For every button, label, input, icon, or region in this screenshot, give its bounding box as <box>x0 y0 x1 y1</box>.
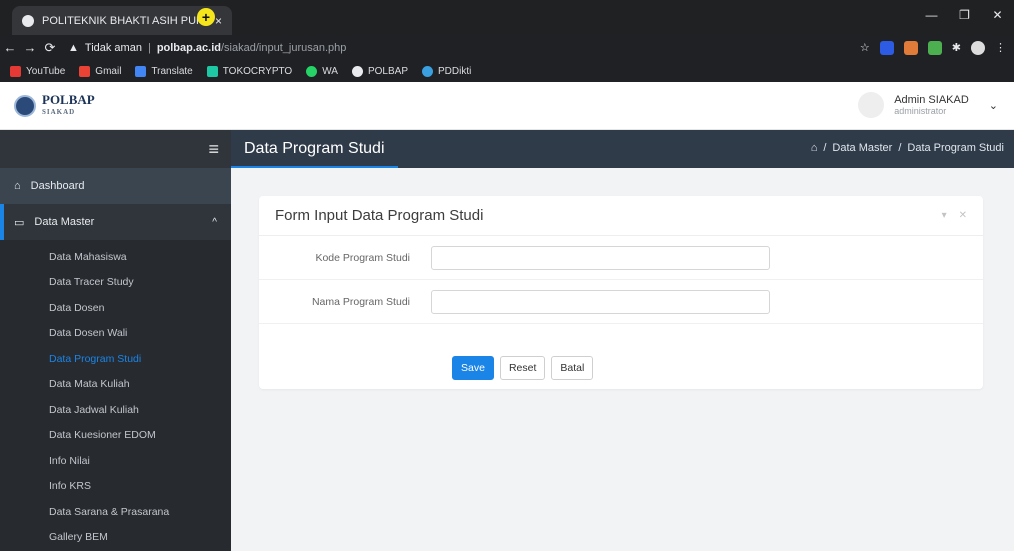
gmail-icon <box>79 65 91 77</box>
sidebar-subitem[interactable]: Data Tracer Study <box>0 270 231 296</box>
bookmark-pddikti[interactable]: PDDikti <box>422 65 471 77</box>
tab-title: POLITEKNIK BHAKTI ASIH PURW <box>42 14 209 27</box>
close-icon[interactable]: ✕ <box>959 210 967 221</box>
restore-icon[interactable]: ❐ <box>948 0 981 30</box>
user-info: Admin SIAKAD administrator <box>894 94 969 116</box>
tokocrypto-icon <box>206 65 218 77</box>
bookmark-gmail[interactable]: Gmail <box>79 65 121 77</box>
sidebar-subitem[interactable]: Gallery BEM <box>0 525 231 551</box>
globe-icon <box>22 14 34 27</box>
kode-label: Kode Program Studi <box>315 251 410 264</box>
close-window-icon[interactable]: ✕ <box>981 0 1014 30</box>
save-button[interactable]: Save <box>452 356 494 380</box>
sidebar-subitem[interactable]: Data Kuesioner EDOM <box>0 423 231 449</box>
translate-icon <box>135 65 147 77</box>
globe-icon <box>351 65 363 77</box>
browser-tab-strip: POLITEKNIK BHAKTI ASIH PURW × + — ❐ ✕ <box>0 0 1014 35</box>
bookmark-translate[interactable]: Translate <box>135 65 193 77</box>
sidebar-subitem[interactable]: Data Dosen <box>0 295 231 321</box>
database-icon: ▭ <box>14 216 25 229</box>
form-actions: Save Reset Batal <box>452 356 594 380</box>
chevron-up-icon: ^ <box>212 216 217 228</box>
hamburger-icon[interactable]: ≡ <box>208 139 219 160</box>
sidebar-subitem[interactable]: Data Mata Kuliah <box>0 372 231 398</box>
sidebar-item-dashboard[interactable]: ⌂ Dashboard <box>0 168 231 204</box>
sidebar-item-label: Data Master <box>34 216 95 228</box>
bookmarks-bar: YouTube Gmail Translate TOKOCRYPTO WA PO… <box>0 60 1014 82</box>
address-bar: ← → ⟳ ▲ Tidak aman | polbap.ac.id /siaka… <box>0 35 1014 60</box>
forward-icon[interactable]: → <box>20 40 40 55</box>
extension-icon[interactable] <box>903 40 918 55</box>
app-logo[interactable]: POLBAP SIAKAD <box>14 92 95 118</box>
page-title: Data Program Studi <box>244 140 385 157</box>
profile-icon[interactable] <box>971 40 985 55</box>
kode-program-studi-input[interactable] <box>431 245 770 270</box>
card-title: Form Input Data Program Studi <box>275 207 484 224</box>
bookmark-tokocrypto[interactable]: TOKOCRYPTO <box>206 65 292 77</box>
content-header: Data Program Studi ⌂ / Data Master / Dat… <box>231 130 1014 168</box>
sidebar-item-label: Dashboard <box>30 180 85 192</box>
reload-icon[interactable]: ⟳ <box>40 40 60 56</box>
reset-button[interactable]: Reset <box>499 356 546 380</box>
sidebar-subitem[interactable]: Info Nilai <box>0 448 231 474</box>
sidebar-subitem[interactable]: Data Dosen Wali <box>0 321 231 347</box>
bookmark-youtube[interactable]: YouTube <box>10 65 65 77</box>
app-header: POLBAP SIAKAD Admin SIAKAD administrator … <box>0 82 1014 130</box>
new-tab-button[interactable]: + <box>197 8 215 26</box>
user-name: Admin SIAKAD <box>894 94 969 106</box>
tab-close-icon[interactable]: × <box>215 14 222 28</box>
form-row-kode: Kode Program Studi <box>259 236 983 280</box>
breadcrumb: ⌂ / Data Master / Data Program Studi <box>810 142 1004 154</box>
star-icon[interactable]: ☆ <box>860 41 870 55</box>
collapse-icon[interactable]: ▾ <box>942 210 947 221</box>
form-row-nama: Nama Program Studi <box>259 280 983 324</box>
sidebar-subitem[interactable]: Data Mahasiswa <box>0 244 231 270</box>
chevron-down-icon[interactable]: ⌄ <box>989 99 998 112</box>
minimize-icon[interactable]: — <box>915 0 948 30</box>
sidebar-subitem[interactable]: Data Jadwal Kuliah <box>0 397 231 423</box>
youtube-icon <box>10 65 21 77</box>
avatar <box>858 92 885 118</box>
sidebar-subitem[interactable]: Info KRS <box>0 474 231 500</box>
bookmark-wa[interactable]: WA <box>306 65 338 77</box>
home-icon: ⌂ <box>14 180 21 192</box>
sidebar-subitem[interactable]: Data Sarana & Prasarana <box>0 499 231 525</box>
url-host: polbap.ac.id <box>156 41 221 54</box>
back-icon[interactable]: ← <box>0 40 20 55</box>
sidebar-item-data-master[interactable]: ▭ Data Master ^ <box>0 204 231 240</box>
nama-label: Nama Program Studi <box>311 295 410 308</box>
sidebar-toggle[interactable]: ≡ <box>0 130 231 168</box>
breadcrumb-item-current: Data Program Studi <box>907 142 1004 154</box>
extension-icon[interactable] <box>927 40 942 55</box>
warning-icon: ▲ <box>68 41 79 54</box>
extensions: ☆ ✱ ⋮ <box>860 40 1006 55</box>
user-role: administrator <box>894 106 947 116</box>
home-icon[interactable]: ⌂ <box>811 142 818 154</box>
menu-dots-icon[interactable]: ⋮ <box>995 41 1006 55</box>
sidebar-subitem-active[interactable]: Data Program Studi <box>0 346 231 372</box>
form-card: Form Input Data Program Studi ▾ ✕ Kode P… <box>259 196 983 389</box>
sidebar: ≡ ⌂ Dashboard ▭ Data Master ^ Data Mahas… <box>0 130 231 551</box>
sidebar-submenu: Data Mahasiswa Data Tracer Study Data Do… <box>0 240 231 550</box>
url-field[interactable]: ▲ Tidak aman | polbap.ac.id /siakad/inpu… <box>68 38 860 58</box>
pddikti-icon <box>422 65 433 77</box>
url-separator: | <box>147 41 151 54</box>
user-menu[interactable]: Admin SIAKAD administrator ⌄ <box>858 92 998 118</box>
breadcrumb-item[interactable]: Data Master <box>832 142 892 154</box>
nama-program-studi-input[interactable] <box>431 289 770 314</box>
url-path: /siakad/input_jurusan.php <box>221 41 347 54</box>
extension-icon[interactable] <box>879 40 894 55</box>
card-tools: ▾ ✕ <box>942 210 967 221</box>
logo-emblem-icon <box>14 95 36 117</box>
logo-text: POLBAP SIAKAD <box>42 92 95 116</box>
window-controls: — ❐ ✕ <box>915 0 1014 35</box>
url-warning-text: Tidak aman <box>84 41 142 54</box>
card-header: Form Input Data Program Studi ▾ ✕ <box>259 196 983 236</box>
cancel-button[interactable]: Batal <box>551 356 594 380</box>
bookmark-polbap[interactable]: POLBAP <box>351 65 408 77</box>
puzzle-icon[interactable]: ✱ <box>952 41 961 55</box>
whatsapp-icon <box>306 65 318 77</box>
